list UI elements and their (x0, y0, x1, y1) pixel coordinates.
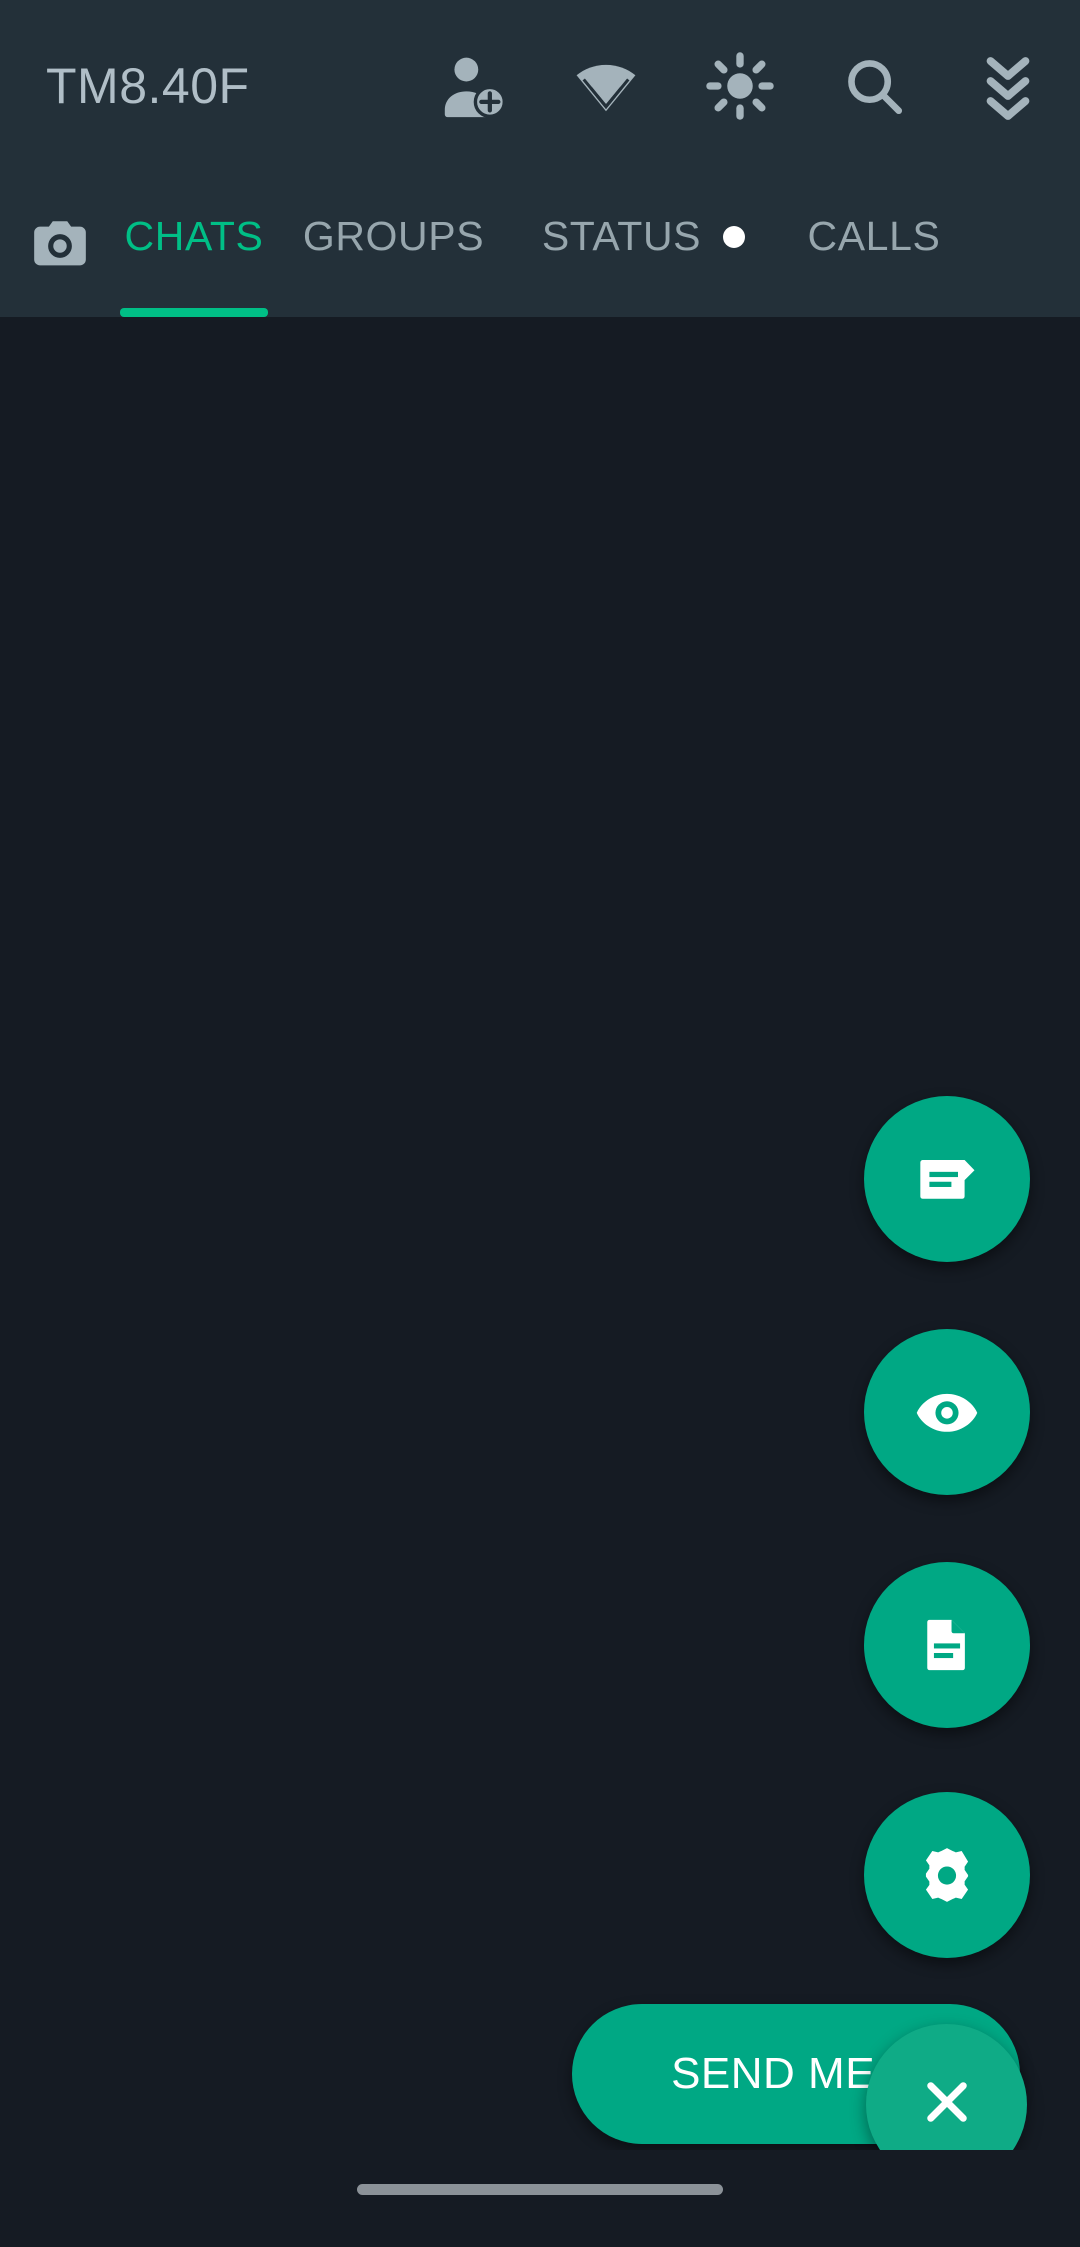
gear-icon (915, 1843, 979, 1907)
home-indicator[interactable] (357, 2184, 723, 2195)
fab-settings[interactable] (864, 1792, 1030, 1958)
document-icon (915, 1613, 979, 1677)
add-contact-icon[interactable] (436, 50, 508, 122)
fab-document[interactable] (864, 1562, 1030, 1728)
chevron-double-down-icon[interactable] (972, 50, 1044, 122)
chat-list-empty-area (0, 317, 1080, 2247)
app-screen: TM8.40F CHATS GROUPS STATUS CALLS SEND M… (0, 0, 1080, 2247)
tab-calls-label: CALLS (807, 213, 941, 259)
search-icon[interactable] (838, 50, 910, 122)
tab-groups-label: GROUPS (302, 213, 485, 259)
tab-chats[interactable]: CHATS (120, 172, 268, 317)
tab-bar: CHATS GROUPS STATUS CALLS (0, 172, 1080, 317)
message-bubble-icon (914, 1146, 980, 1212)
tab-active-indicator (120, 308, 268, 317)
status-badge (723, 225, 746, 248)
page-title: TM8.40F (46, 58, 250, 114)
tab-camera[interactable] (0, 172, 120, 317)
eye-icon (914, 1379, 980, 1445)
brightness-icon[interactable] (704, 50, 776, 122)
fab-new-message[interactable] (864, 1096, 1030, 1262)
tab-status-label: STATUS (541, 213, 702, 259)
tab-status[interactable]: STATUS (536, 172, 751, 317)
tab-status-content: STATUS (541, 213, 746, 276)
tab-chats-label: CHATS (124, 213, 264, 259)
close-icon (917, 2072, 977, 2137)
app-bar: TM8.40F (0, 0, 1080, 172)
system-navigation-bar (0, 2150, 1080, 2247)
fab-view[interactable] (864, 1329, 1030, 1495)
camera-icon (29, 214, 91, 276)
tab-groups[interactable]: GROUPS (302, 172, 485, 317)
tab-calls[interactable]: CALLS (799, 172, 949, 317)
wifi-icon[interactable] (570, 50, 642, 122)
appbar-actions (436, 50, 1044, 122)
